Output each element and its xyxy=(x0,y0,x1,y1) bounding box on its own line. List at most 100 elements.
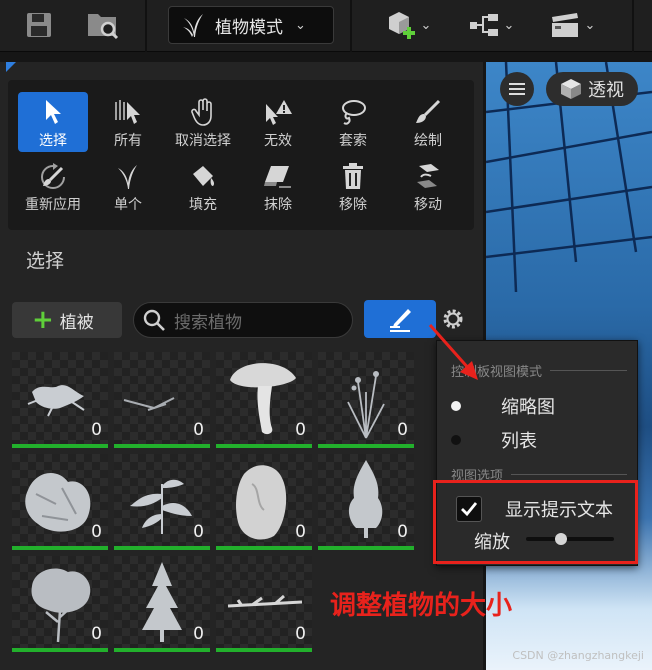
header-text: 控制板视图模式 xyxy=(451,365,543,380)
count-bar xyxy=(12,444,108,448)
highlight-box xyxy=(433,480,638,564)
foliage-thumbnail[interactable]: 0 xyxy=(12,556,108,652)
eraser-icon xyxy=(264,166,291,188)
lasso-icon xyxy=(342,100,366,125)
instance-count: 0 xyxy=(295,624,306,644)
foliage-thumbnail[interactable]: 0 xyxy=(114,352,210,448)
tool-lasso[interactable]: 套索 xyxy=(318,92,388,152)
tool-label: 重新应用 xyxy=(25,197,81,213)
option-thumbnail[interactable]: 缩略图 xyxy=(451,393,555,419)
instance-count: 0 xyxy=(295,420,306,440)
tool-reapply[interactable]: 重新应用 xyxy=(18,156,88,216)
tool-label: 所有 xyxy=(114,133,142,149)
tool-label: 抹除 xyxy=(264,197,292,213)
clapperboard-icon xyxy=(551,13,578,37)
tool-remove[interactable]: 移除 xyxy=(318,156,388,216)
search-icon xyxy=(143,309,165,331)
tool-select[interactable]: 选择 xyxy=(18,92,88,152)
add-actor-button[interactable]: ⌄ xyxy=(378,6,438,44)
move-icon xyxy=(417,164,439,188)
tool-fill[interactable]: 填充 xyxy=(168,156,238,216)
instance-count: 0 xyxy=(397,522,408,542)
toolbar-separator xyxy=(632,0,634,52)
tool-move[interactable]: 移动 xyxy=(393,156,463,216)
foliage-thumbnail[interactable]: 0 xyxy=(216,352,312,448)
tool-label: 绘制 xyxy=(414,133,442,149)
search-placeholder: 搜索植物 xyxy=(174,312,242,333)
tool-label: 填充 xyxy=(189,197,217,213)
blueprint-button[interactable]: ⌄ xyxy=(462,6,520,44)
save-icon xyxy=(27,13,51,37)
save-button[interactable] xyxy=(14,6,64,44)
tool-label: 无效 xyxy=(264,133,292,149)
add-foliage-label: 植被 xyxy=(59,312,94,333)
instance-count: 0 xyxy=(193,420,204,440)
tool-label: 单个 xyxy=(114,197,142,213)
count-bar xyxy=(114,648,210,652)
palette-view-mode-header: 控制板视图模式 xyxy=(451,361,627,380)
browse-content-button[interactable] xyxy=(78,6,128,44)
blueprint-icon xyxy=(469,14,498,36)
tool-single[interactable]: 单个 xyxy=(93,156,163,216)
chevron-down-icon: ⌄ xyxy=(584,17,596,33)
tool-deselect[interactable]: 取消选择 xyxy=(168,92,238,152)
tool-label: 选择 xyxy=(39,133,67,149)
foliage-thumbnail[interactable]: 0 xyxy=(12,454,108,550)
brush-icon xyxy=(416,99,441,123)
foliage-thumbnail[interactable]: 0 xyxy=(114,454,210,550)
tool-label: 移除 xyxy=(339,197,367,213)
count-bar xyxy=(216,546,312,550)
divider xyxy=(550,370,627,371)
count-bar xyxy=(318,546,414,550)
count-bar xyxy=(12,648,108,652)
tool-label: 取消选择 xyxy=(175,133,231,149)
foliage-thumbnail[interactable]: 0 xyxy=(12,352,108,448)
option-label: 列表 xyxy=(501,431,537,452)
select-all-icon xyxy=(115,100,140,124)
cinematics-button[interactable]: ⌄ xyxy=(542,6,602,44)
foliage-thumbnail[interactable]: 0 xyxy=(114,556,210,652)
cursor-icon xyxy=(46,100,61,124)
top-toolbar: 植物模式 ⌄ ⌄ ⌄ ⌄ xyxy=(0,0,652,52)
add-foliage-button[interactable]: + 植被 xyxy=(12,302,122,338)
foliage-thumbnail[interactable]: 0 xyxy=(216,556,312,652)
hamburger-icon xyxy=(509,83,525,95)
foliage-mode-icon xyxy=(183,14,203,37)
chevron-down-icon: ⌄ xyxy=(295,17,306,33)
trash-icon xyxy=(343,163,363,189)
foliage-thumbnail[interactable]: 0 xyxy=(318,454,414,550)
tool-paint[interactable]: 绘制 xyxy=(393,92,463,152)
count-bar xyxy=(114,546,210,550)
tool-invalid[interactable]: 无效 xyxy=(243,92,313,152)
instance-count: 0 xyxy=(91,522,102,542)
instance-count: 0 xyxy=(193,522,204,542)
panel-corner-marker xyxy=(6,62,16,72)
count-bar xyxy=(216,444,312,448)
single-grass-icon xyxy=(118,165,137,189)
instance-count: 0 xyxy=(91,420,102,440)
foliage-thumbnail[interactable]: 0 xyxy=(216,454,312,550)
plus-icon: + xyxy=(32,305,54,335)
count-bar xyxy=(114,444,210,448)
mode-dropdown[interactable]: 植物模式 ⌄ xyxy=(168,6,334,44)
count-bar xyxy=(318,444,414,448)
instance-count: 0 xyxy=(193,624,204,644)
viewport-menu-button[interactable] xyxy=(500,72,534,106)
option-label: 缩略图 xyxy=(501,397,555,418)
foliage-thumbnail[interactable]: 0 xyxy=(318,352,414,448)
tool-label: 套索 xyxy=(339,133,367,149)
perspective-label: 透视 xyxy=(588,80,624,101)
perspective-button[interactable]: 透视 xyxy=(546,72,638,106)
option-list[interactable]: 列表 xyxy=(451,427,537,453)
annotation-text: 调整植物的大小 xyxy=(330,591,513,621)
tool-select-all[interactable]: 所有 xyxy=(93,92,163,152)
settings-button[interactable] xyxy=(440,306,466,332)
mode-label: 植物模式 xyxy=(215,17,283,38)
count-bar xyxy=(216,648,312,652)
watermark: CSDN @zhangzhangkeji xyxy=(512,649,644,662)
instance-count: 0 xyxy=(295,522,306,542)
palette-view-options-button[interactable] xyxy=(364,300,436,338)
tool-erase[interactable]: 抹除 xyxy=(243,156,313,216)
foliage-search-input[interactable]: 搜索植物 xyxy=(133,302,353,338)
toolbar-separator xyxy=(145,0,147,52)
